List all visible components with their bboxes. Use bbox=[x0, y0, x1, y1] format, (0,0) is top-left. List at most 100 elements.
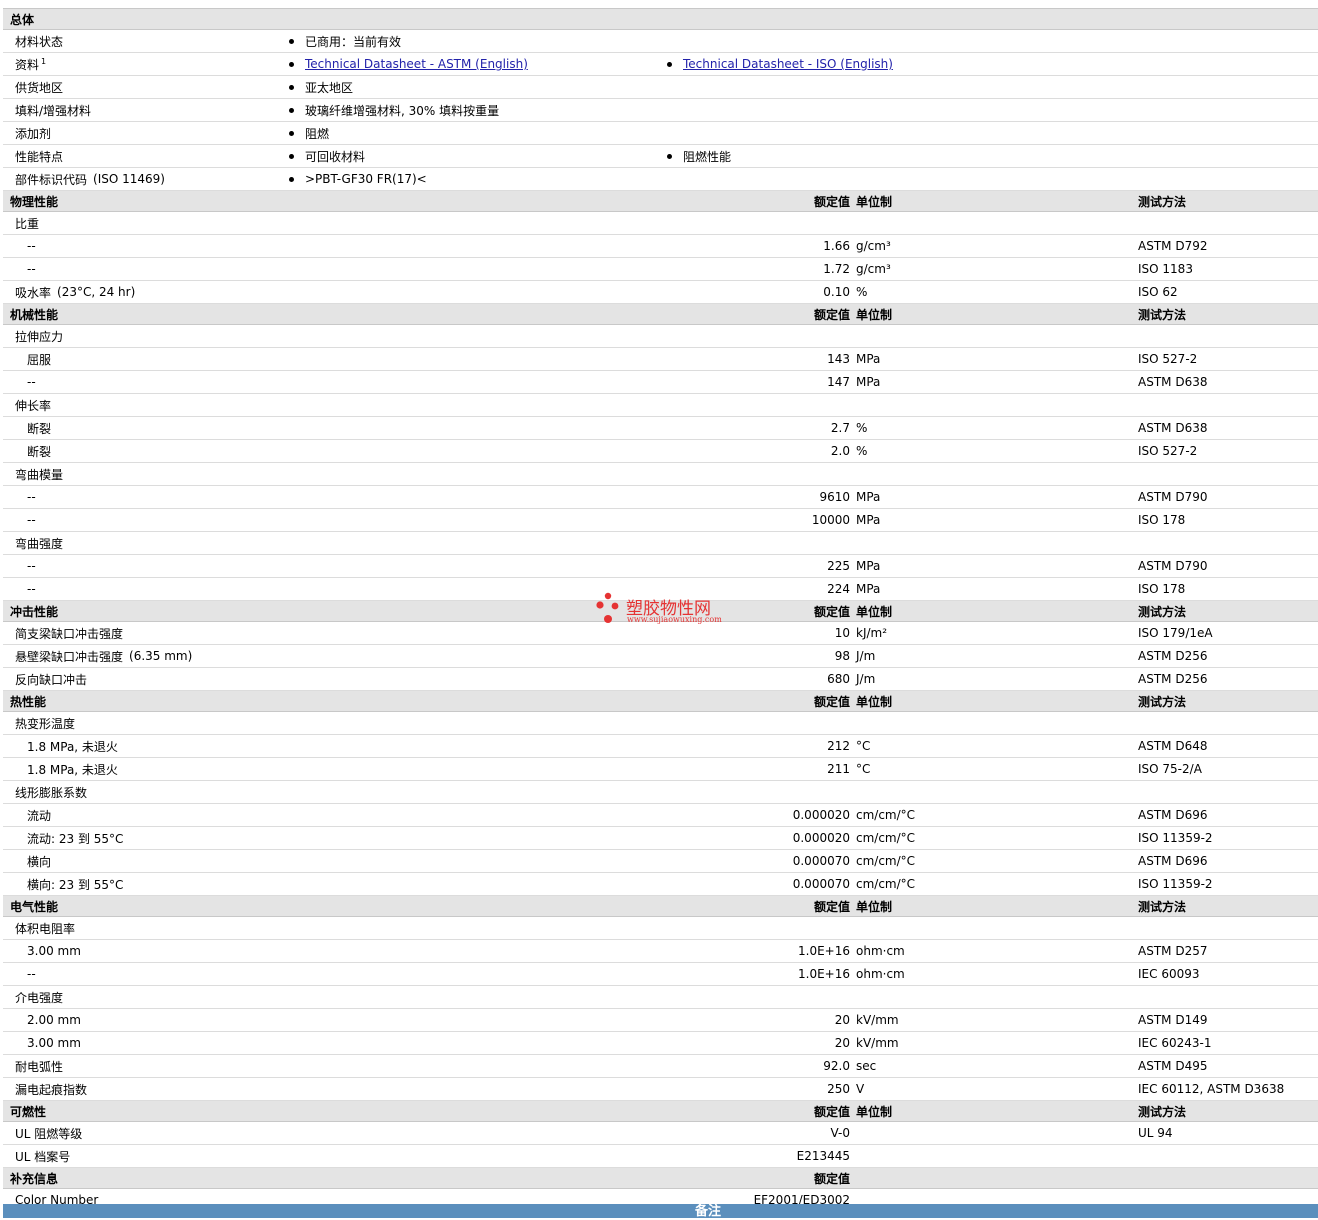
notes-section-header: 备注 bbox=[3, 1204, 1318, 1219]
property-unit: kV/mm bbox=[856, 1013, 899, 1027]
property-name: 断裂 bbox=[27, 421, 52, 436]
property-label: 3.00 mm bbox=[27, 940, 81, 962]
watermark-dots-icon bbox=[596, 592, 619, 623]
datasheet-link[interactable]: Technical Datasheet - ASTM (English) bbox=[305, 57, 528, 71]
property-name: UL 档案号 bbox=[15, 1149, 71, 1164]
general-value-cell: 可回收材料 bbox=[289, 145, 365, 167]
general-value-cell: 阻燃 bbox=[289, 122, 329, 144]
property-row: -- 147 MPa ASTM D638 bbox=[3, 371, 1318, 394]
footnote-marker: 1 bbox=[41, 56, 47, 66]
property-name: 体积电阻率 bbox=[15, 921, 76, 936]
property-row: UL 阻燃等级 V-0 UL 94 bbox=[3, 1122, 1318, 1145]
general-row: 填料/增强材料 玻璃纤维增强材料, 30% 填料按重量 bbox=[3, 99, 1318, 122]
property-name: 耐电弧性 bbox=[15, 1059, 64, 1074]
property-label: 反向缺口冲击 bbox=[15, 668, 87, 690]
property-name: 悬壁梁缺口冲击强度 bbox=[15, 649, 124, 664]
property-unit: cm/cm/°C bbox=[856, 877, 916, 891]
property-value: 1.72 bbox=[823, 262, 850, 276]
property-label: 线形膨胀系数 bbox=[15, 781, 87, 803]
property-name: 伸长率 bbox=[15, 398, 52, 413]
property-name: -- bbox=[27, 967, 36, 981]
property-unit: V bbox=[856, 1082, 865, 1096]
section-title: 电气性能 bbox=[10, 899, 59, 914]
property-test-method: ASTM D495 bbox=[1138, 1059, 1208, 1073]
property-group-row: 伸长率 bbox=[3, 394, 1318, 417]
property-test-method: ASTM D790 bbox=[1138, 490, 1208, 504]
property-value: 211 bbox=[827, 762, 850, 776]
property-row: 3.00 mm 1.0E+16 ohm·cm ASTM D257 bbox=[3, 940, 1318, 963]
property-unit: J/m bbox=[856, 649, 876, 663]
property-test-method: ASTM D256 bbox=[1138, 649, 1208, 663]
property-test-method: ASTM D638 bbox=[1138, 375, 1208, 389]
general-row: 部件标识代码 (ISO 11469) >PBT-GF30 FR(17)< bbox=[3, 168, 1318, 191]
column-header-test-method: 测试方法 bbox=[1138, 694, 1187, 709]
column-header-value: 额定值 bbox=[813, 899, 850, 914]
property-label: 1.8 MPa, 未退火 bbox=[27, 735, 118, 757]
property-label: 横向: 23 到 55°C bbox=[27, 873, 123, 895]
property-label: 吸水率 (23°C, 24 hr) bbox=[15, 281, 135, 303]
property-label: 弯曲模量 bbox=[15, 463, 63, 485]
general-row: 供货地区 亚太地区 bbox=[3, 76, 1318, 99]
property-test-method: ISO 1183 bbox=[1138, 262, 1193, 276]
property-label: -- bbox=[27, 578, 36, 600]
property-test-method: ISO 178 bbox=[1138, 513, 1186, 527]
bullet-icon bbox=[289, 61, 294, 67]
bullet-icon bbox=[289, 153, 294, 159]
property-name: -- bbox=[27, 513, 36, 527]
bullet-icon bbox=[289, 130, 294, 136]
property-value: 98 bbox=[834, 649, 850, 663]
property-group-row: 介电强度 bbox=[3, 986, 1318, 1009]
property-name: 流动 bbox=[27, 808, 52, 823]
property-value: 0.000070 bbox=[792, 877, 850, 891]
column-header-unit: 单位制 bbox=[856, 194, 893, 209]
property-value: 2.7 bbox=[830, 421, 850, 435]
property-test-method: ASTM D696 bbox=[1138, 808, 1208, 822]
column-header-unit: 单位制 bbox=[856, 307, 893, 322]
property-unit: J/m bbox=[856, 672, 876, 686]
property-label: UL 阻燃等级 bbox=[15, 1122, 82, 1144]
property-test-method: ASTM D256 bbox=[1138, 672, 1208, 686]
section-header: 补充信息 额定值 bbox=[3, 1168, 1318, 1189]
property-test-method: ISO 179/1eA bbox=[1138, 626, 1213, 640]
property-unit: % bbox=[856, 285, 868, 299]
general-value-cell: 已商用：当前有效 bbox=[289, 30, 401, 52]
property-group-row: 弯曲模量 bbox=[3, 463, 1318, 486]
property-value: 1.0E+16 bbox=[798, 967, 850, 981]
property-name: 拉伸应力 bbox=[15, 329, 64, 344]
property-unit: cm/cm/°C bbox=[856, 808, 916, 822]
general-row-label: 材料状态 bbox=[15, 30, 63, 52]
property-value: 10000 bbox=[811, 513, 850, 527]
property-test-method: ISO 527-2 bbox=[1138, 444, 1198, 458]
section-title: 可燃性 bbox=[10, 1104, 47, 1119]
property-row: 耐电弧性 92.0 sec ASTM D495 bbox=[3, 1055, 1318, 1078]
property-row: 反向缺口冲击 680 J/m ASTM D256 bbox=[3, 668, 1318, 691]
property-name: 横向 bbox=[27, 854, 52, 869]
property-label: 2.00 mm bbox=[27, 1009, 81, 1031]
label-text: 添加剂 bbox=[15, 126, 52, 141]
property-group-row: 体积电阻率 bbox=[3, 917, 1318, 940]
property-label: 流动 bbox=[27, 804, 51, 826]
property-test-method: ASTM D149 bbox=[1138, 1013, 1208, 1027]
property-name: 断裂 bbox=[27, 444, 52, 459]
general-row-label: 添加剂 bbox=[15, 122, 51, 144]
general-value-cell: Technical Datasheet - ISO (English) bbox=[667, 53, 893, 75]
property-value: 20 bbox=[834, 1013, 850, 1027]
property-row: 流动: 23 到 55°C 0.000020 cm/cm/°C ISO 11359-2 bbox=[3, 827, 1318, 850]
property-label: -- bbox=[27, 258, 36, 280]
property-value: 9610 bbox=[819, 490, 850, 504]
property-value: 92.0 bbox=[823, 1059, 850, 1073]
property-name: 1.8 MPa, 未退火 bbox=[27, 762, 118, 777]
property-label: 断裂 bbox=[27, 417, 51, 439]
property-test-method: ISO 527-2 bbox=[1138, 352, 1198, 366]
property-row: 1.8 MPa, 未退火 211 °C ISO 75-2/A bbox=[3, 758, 1318, 781]
general-value: 阻燃 bbox=[305, 126, 330, 141]
property-name: -- bbox=[27, 582, 36, 596]
property-label: UL 档案号 bbox=[15, 1145, 70, 1167]
property-value: 1.66 bbox=[823, 239, 850, 253]
property-unit: MPa bbox=[856, 513, 881, 527]
property-name: 3.00 mm bbox=[27, 944, 81, 958]
property-name: 3.00 mm bbox=[27, 1036, 81, 1050]
datasheet-link[interactable]: Technical Datasheet - ISO (English) bbox=[683, 57, 893, 71]
bullet-icon bbox=[289, 38, 294, 44]
label-text: 材料状态 bbox=[15, 34, 64, 49]
